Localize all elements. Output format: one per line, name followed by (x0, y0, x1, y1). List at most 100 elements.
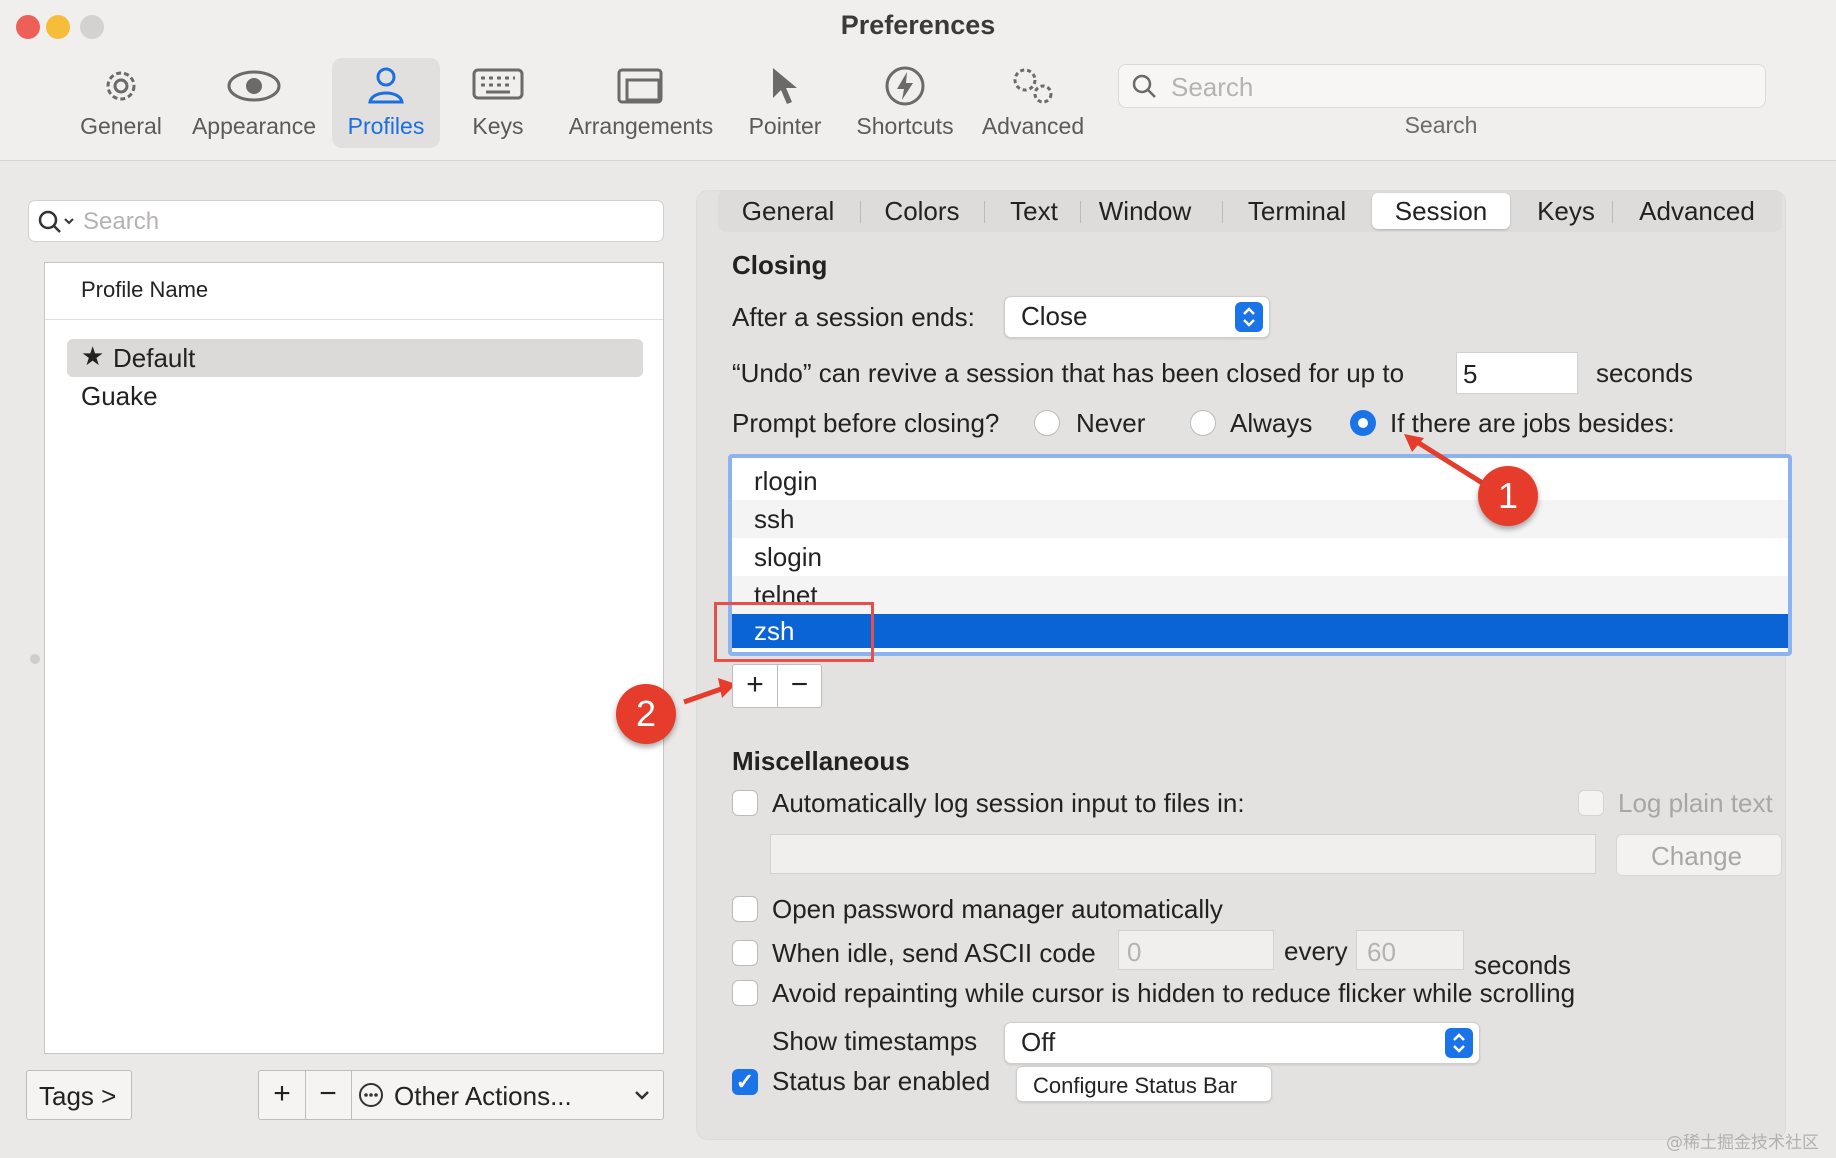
toolbar-pointer[interactable]: Pointer (740, 58, 830, 148)
radio-never-label: Never (1076, 408, 1146, 438)
search-icon (1132, 74, 1156, 98)
toolbar-shortcuts[interactable]: Shortcuts (846, 58, 964, 148)
status-bar-checkbox[interactable]: ✓ (732, 1069, 758, 1095)
closing-heading: Closing (732, 250, 828, 280)
job-row[interactable]: rlogin (732, 462, 1788, 500)
toolbar-search-field[interactable]: Search (1118, 64, 1766, 108)
radio-never[interactable] (1034, 410, 1060, 436)
undo-seconds-field[interactable]: 5 (1456, 352, 1578, 394)
annotation-badge-1: 1 (1478, 466, 1538, 526)
tab-terminal[interactable]: Terminal (1230, 190, 1364, 232)
password-manager-checkbox[interactable] (732, 896, 758, 922)
toolbar-arrangements[interactable]: Arrangements (562, 58, 720, 148)
add-job-button[interactable]: + (733, 665, 778, 707)
toolbar-appearance-label: Appearance (191, 113, 317, 139)
radio-always-label: Always (1230, 408, 1313, 438)
after-session-popup[interactable]: Close (1004, 296, 1270, 338)
toolbar-keys-label: Keys (472, 113, 524, 139)
job-row[interactable]: telnet (732, 576, 1788, 614)
tab-general[interactable]: General (726, 190, 850, 232)
watermark: @稀土掘金技术社区 (1666, 1133, 1819, 1153)
toolbar-profiles[interactable]: Profiles (332, 58, 440, 148)
undo-seconds-unit: seconds (1596, 358, 1693, 388)
tab-separator (1612, 201, 1613, 223)
keyboard-icon (472, 68, 524, 100)
radio-jobs-besides[interactable] (1350, 410, 1376, 436)
misc-heading: Miscellaneous (732, 746, 910, 776)
undo-seconds-value: 5 (1463, 359, 1478, 389)
toolbar-pointer-label: Pointer (748, 113, 822, 139)
log-directory-field[interactable] (770, 834, 1596, 874)
idle-ascii-checkbox[interactable] (732, 940, 758, 966)
log-plain-text-checkbox[interactable] (1578, 790, 1604, 816)
job-row-selected[interactable]: zsh (732, 614, 1788, 648)
change-log-dir-button[interactable]: Change (1616, 834, 1782, 876)
toolbar-search-label: Search (1404, 112, 1478, 138)
jobs-list[interactable]: rlogin ssh slogin telnet zsh (728, 454, 1792, 656)
idle-interval-field[interactable]: 60 (1356, 930, 1464, 970)
profile-list-header[interactable]: Profile Name (45, 263, 663, 320)
toolbar-advanced[interactable]: Advanced (976, 58, 1090, 148)
status-bar-label: Status bar enabled (772, 1066, 991, 1096)
profile-row-guake[interactable]: Guake (67, 377, 643, 415)
toolbar-general[interactable]: General (64, 58, 178, 148)
radio-always[interactable] (1190, 410, 1216, 436)
gear-icon (106, 71, 136, 101)
tab-session[interactable]: Session (1372, 193, 1510, 229)
tags-button-label: Tags > (39, 1081, 117, 1111)
show-timestamps-popup[interactable]: Off (1004, 1022, 1480, 1064)
idle-interval-value: 60 (1367, 937, 1396, 967)
tab-window[interactable]: Window (1088, 190, 1202, 232)
idle-ascii-code-value: 0 (1127, 937, 1142, 967)
profile-search-field[interactable]: Search (28, 200, 664, 242)
auto-log-checkbox[interactable] (732, 790, 758, 816)
toolbar-appearance[interactable]: Appearance (184, 58, 324, 148)
annotation-badge-2: 2 (616, 684, 676, 744)
change-button-label: Change (1651, 841, 1743, 871)
arrow-annotation-1 (1404, 434, 1486, 487)
highlight-box (714, 602, 874, 662)
avoid-repaint-checkbox[interactable] (732, 980, 758, 1006)
windows-icon (617, 68, 663, 104)
add-profile-button[interactable]: + (259, 1071, 306, 1119)
job-row[interactable]: slogin (732, 538, 1788, 576)
auto-log-label: Automatically log session input to files… (772, 788, 1245, 818)
chevron-down-icon (635, 1091, 649, 1100)
idle-ascii-code-field[interactable]: 0 (1118, 930, 1274, 970)
default-star-icon: ★ (81, 341, 105, 371)
tab-text[interactable]: Text (992, 190, 1076, 232)
bolt-icon (885, 66, 925, 106)
profile-name-column-header: Profile Name (81, 277, 209, 302)
profile-row-default[interactable]: ★ Default (67, 339, 643, 377)
idle-seconds-unit: seconds (1474, 950, 1571, 980)
toolbar-profiles-label: Profiles (347, 113, 425, 139)
toolbar-keys[interactable]: Keys (452, 58, 544, 148)
tags-button[interactable]: Tags > (26, 1070, 132, 1120)
undo-description: “Undo” can revive a session that has bee… (732, 358, 1405, 388)
remove-profile-button[interactable]: − (305, 1071, 352, 1119)
toolbar-advanced-label: Advanced (981, 113, 1085, 139)
profile-search-placeholder: Search (83, 208, 160, 235)
tab-keys[interactable]: Keys (1524, 190, 1608, 232)
show-timestamps-label: Show timestamps (772, 1026, 978, 1056)
other-actions-menu[interactable]: Other Actions... (352, 1071, 662, 1119)
password-manager-label: Open password manager automatically (772, 894, 1223, 924)
other-actions-label: Other Actions... (394, 1081, 572, 1111)
show-timestamps-value: Off (1021, 1027, 1056, 1057)
gears-icon (1013, 68, 1053, 104)
search-icon (38, 210, 74, 233)
window-title: Preferences (840, 10, 996, 40)
tab-colors[interactable]: Colors (868, 190, 976, 232)
tab-separator (984, 201, 985, 223)
idle-ascii-label: When idle, send ASCII code (772, 938, 1096, 968)
remove-job-button[interactable]: − (778, 665, 821, 707)
configure-status-bar-button[interactable]: Configure Status Bar (1016, 1066, 1272, 1102)
profile-list[interactable]: Profile Name ★ Default Guake (44, 262, 664, 1054)
job-row[interactable]: ssh (732, 500, 1788, 538)
toolbar-arrangements-label: Arrangements (568, 113, 714, 139)
cursor-icon (773, 68, 797, 104)
toolbar-general-label: General (80, 113, 162, 139)
popup-stepper-icon (1445, 1028, 1473, 1058)
tab-advanced[interactable]: Advanced (1620, 190, 1774, 232)
splitter-handle[interactable] (30, 654, 40, 664)
